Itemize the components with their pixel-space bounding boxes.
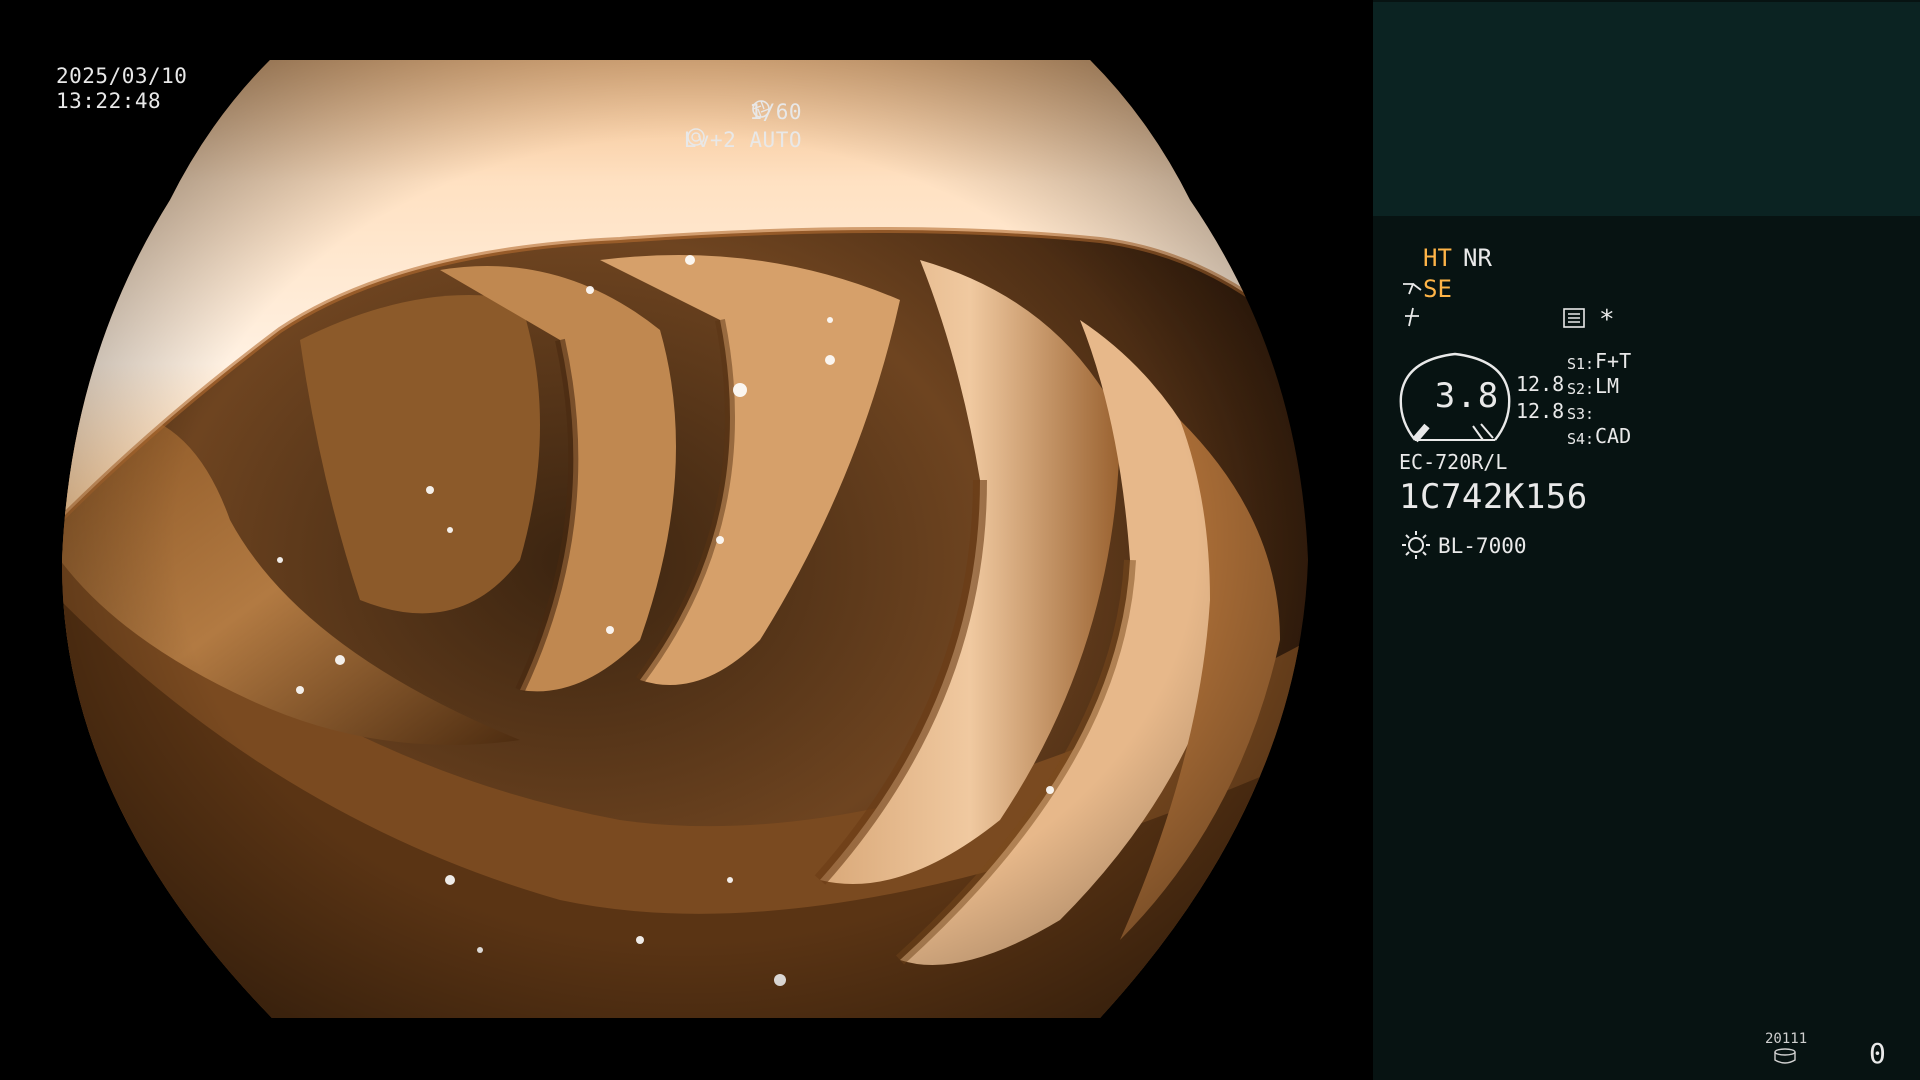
nr-indicator: NR [1463, 244, 1492, 272]
readout-value-b: 12.8 [1516, 399, 1565, 423]
scope-serial: 1C742K156 [1399, 477, 1588, 517]
image-count: 0 [1869, 1037, 1886, 1070]
freeze-icon [1405, 307, 1419, 327]
switch-2-value: LM [1595, 374, 1620, 398]
readout-value-a: 12.8 [1516, 372, 1565, 396]
switch-4-key: S4: [1567, 430, 1595, 448]
endoscopy-monitor: 2025/03/10 13:22:48 1/60 Lv+2 AUTO HT NR… [0, 0, 1920, 1080]
light-source: BL-7000 [1438, 534, 1527, 558]
storage-number: 20111 [1765, 1031, 1808, 1047]
exam-date: 2025/03/10 [56, 64, 188, 88]
scope-icon [1403, 283, 1422, 295]
switch-1-value: F+T [1595, 349, 1632, 373]
iris-icon [686, 128, 705, 146]
storage-icon [1774, 1048, 1796, 1064]
colon-image [61, 60, 1308, 1018]
info-panel: HT NR SE * 3.8 12.8 12.8 S1: F+T S2: LM … [1373, 0, 1920, 1080]
se-indicator: SE [1423, 275, 1452, 303]
iris-readout: Lv+2 AUTO [684, 127, 802, 153]
shutter-icon [752, 100, 771, 118]
light-icon [1402, 531, 1430, 559]
ht-indicator: HT [1423, 244, 1452, 272]
endoscopic-image: 2025/03/10 13:22:48 1/60 Lv+2 AUTO [0, 0, 1372, 1080]
shutter-readout: 1/60 [749, 99, 802, 125]
thumbnail-area [1373, 2, 1920, 216]
zoom-value: 3.8 [1434, 376, 1500, 416]
switch-1-key: S1: [1567, 355, 1595, 373]
exam-time: 13:22:48 [56, 89, 162, 113]
star-indicator: * [1599, 305, 1615, 335]
switch-2-key: S2: [1567, 380, 1595, 398]
switch-3-key: S3: [1567, 405, 1595, 423]
switch-4-value: CAD [1595, 424, 1632, 448]
menu-icon [1563, 308, 1585, 328]
scope-model: EC-720R/L [1399, 450, 1508, 474]
